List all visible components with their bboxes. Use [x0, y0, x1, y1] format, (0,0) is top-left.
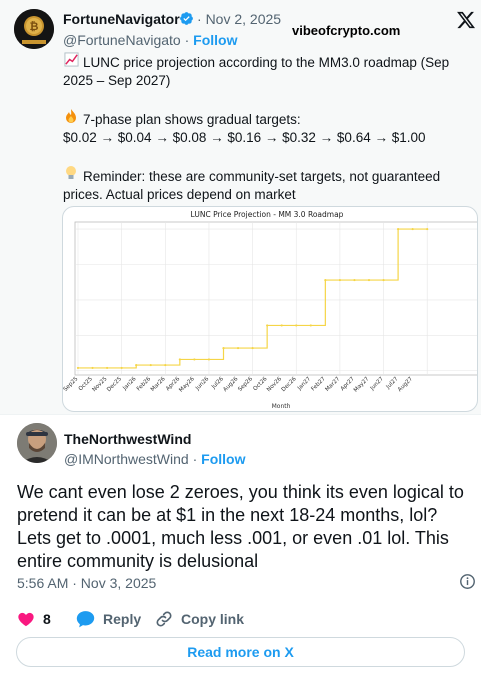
data-point [222, 346, 225, 350]
data-point [193, 358, 196, 361]
info-icon[interactable] [459, 573, 476, 590]
tick-layer: Sep25Oct25Nov25Dec25 Jan26Feb26Mar26Apr26… [63, 376, 414, 394]
thenorthwestwind-avatar[interactable] [17, 423, 57, 463]
reply-text: We cant even lose 2 zeroes, you think it… [17, 482, 464, 571]
data-point [106, 366, 109, 370]
x-tick-label: May26 [178, 376, 196, 394]
svg-text:₿: ₿ [30, 21, 39, 33]
like-count: 8 [43, 611, 51, 627]
reply-button[interactable]: Reply [76, 610, 141, 628]
data-point [324, 278, 327, 282]
data-point [120, 366, 123, 370]
data-point [149, 363, 152, 367]
chart-title: LUNC Price Projection - MM 3.0 Roadmap [191, 210, 344, 219]
quoted-handle-line: @FortuneNavigato · Follow [63, 32, 238, 48]
reply-timestamp[interactable]: 5:56 AM · Nov 3, 2025 [17, 575, 156, 591]
light-bulb-icon [63, 165, 79, 186]
divider [0, 414, 481, 415]
data-point [367, 278, 371, 282]
x-tick-label: Mar27 [325, 376, 342, 393]
data-point [382, 278, 385, 282]
data-point [353, 278, 356, 282]
chart-image[interactable]: LUNC Price Projection - MM 3.0 Roadmap S… [62, 206, 478, 412]
verified-badge-icon [180, 12, 193, 25]
data-point [91, 366, 94, 370]
quoted-follow-button[interactable]: Follow [193, 32, 237, 48]
fortunenavigator-avatar[interactable]: ₿ [14, 9, 54, 49]
chart-svg: LUNC Price Projection - MM 3.0 Roadmap S… [63, 210, 477, 410]
data-point [309, 324, 312, 327]
data-point [164, 363, 167, 367]
data-point [280, 324, 283, 327]
quoted-date[interactable]: · Nov 2, 2025 [197, 11, 281, 27]
reply-label: Reply [103, 611, 142, 627]
x-tick-label: Dec25 [106, 376, 123, 393]
chart-increasing-icon [63, 52, 79, 72]
quoted-tweet[interactable]: ₿ FortuneNavigator · Nov 2, 2025 vibeofc… [0, 0, 481, 414]
quoted-handle[interactable]: @FortuneNavigato [63, 32, 181, 48]
data-point [207, 358, 211, 361]
x-tick-label: Dec26 [281, 376, 298, 393]
plot-area [74, 221, 477, 376]
x-tick-label: Sep25 [63, 376, 80, 393]
x-logo-icon[interactable] [456, 10, 476, 30]
copy-link-label: Copy link [181, 611, 245, 627]
data-point [426, 227, 429, 231]
x-tick-label: Jan27 [296, 376, 312, 392]
quoted-author-name[interactable]: FortuneNavigator [63, 11, 180, 27]
x-tick-label: Aug27 [397, 376, 414, 393]
data-point [397, 227, 400, 231]
action-bar: 8 Reply Copy link [0, 610, 481, 630]
fire-icon [63, 108, 79, 129]
data-point [135, 363, 138, 367]
reply-bubble-icon [76, 611, 95, 628]
data-point [236, 346, 240, 350]
x-tick-label: May27 [353, 376, 371, 394]
data-point [338, 278, 341, 282]
x-tick-label: Aug26 [222, 376, 239, 393]
heart-icon [18, 612, 34, 627]
data-point [178, 358, 181, 361]
data-point [251, 346, 254, 350]
link-icon [156, 611, 172, 627]
x-axis-label: Month [272, 403, 291, 410]
reply-follow-button[interactable]: Follow [201, 451, 245, 467]
data-point [295, 324, 298, 327]
watermark-text: vibeofcrypto.com [292, 23, 401, 38]
reply-author-name[interactable]: TheNorthwestWind [64, 431, 191, 447]
x-tick-label: Mar26 [150, 376, 167, 393]
x-tick-label: Nov26 [266, 376, 283, 393]
x-tick-label: Sep26 [237, 376, 254, 393]
reply-handle-line: @IMNorthwestWind · Follow [64, 451, 246, 467]
reply-handle[interactable]: @IMNorthwestWind [64, 451, 189, 467]
x-tick-label: Jun26 [194, 376, 210, 392]
x-tick-label: Jan26 [122, 376, 138, 392]
data-point [411, 227, 414, 231]
quoted-text: LUNC price projection according to the M… [63, 52, 473, 204]
data-point [266, 324, 269, 327]
like-button[interactable]: 8 [17, 610, 51, 628]
data-point [76, 366, 80, 370]
x-tick-label: Jun27 [369, 376, 385, 392]
read-more-button[interactable]: Read more on X [16, 637, 465, 667]
x-tick-label: Nov25 [92, 376, 109, 393]
copy-link-button[interactable]: Copy link [155, 610, 244, 628]
